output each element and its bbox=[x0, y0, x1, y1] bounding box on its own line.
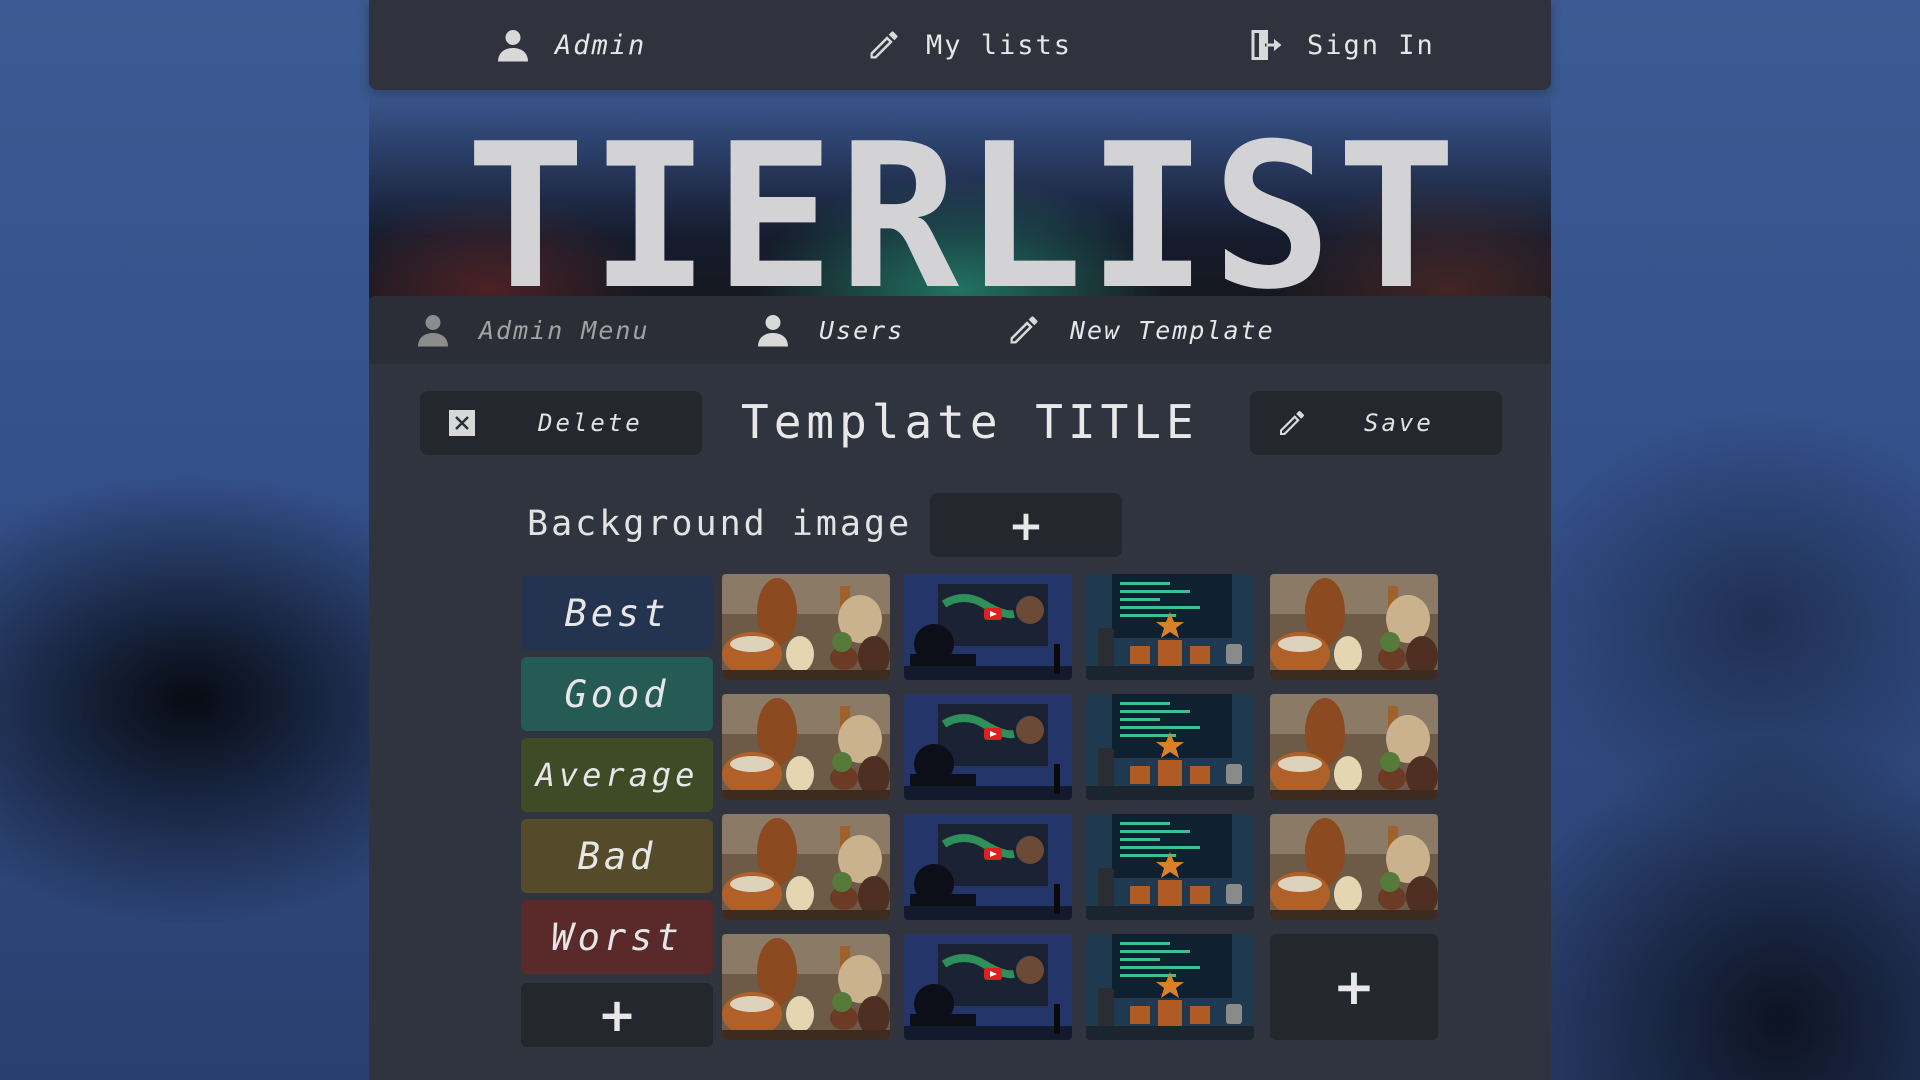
add-background-image-button[interactable]: + bbox=[930, 493, 1122, 557]
save-button[interactable]: Save bbox=[1250, 391, 1502, 455]
tier-label-good[interactable]: Good bbox=[521, 657, 713, 731]
sign-in-icon bbox=[1251, 30, 1282, 60]
background-image-label: Background image bbox=[527, 504, 913, 544]
delete-button[interactable]: Delete bbox=[420, 391, 702, 455]
delete-label: Delete bbox=[538, 409, 643, 437]
streamer-video-image[interactable] bbox=[904, 694, 1072, 800]
close-box-icon bbox=[449, 410, 475, 436]
user-icon bbox=[758, 315, 788, 347]
admin-nav-bar: Admin Menu Users New Template bbox=[369, 296, 1551, 364]
new-template-label: New Template bbox=[1070, 315, 1275, 345]
tier-label-worst[interactable]: Worst bbox=[521, 900, 713, 974]
admin-menu-label: Admin Menu bbox=[479, 315, 650, 345]
code-monitor-image[interactable] bbox=[1086, 574, 1254, 680]
code-monitor-image[interactable] bbox=[1086, 934, 1254, 1040]
nav-my-lists[interactable]: My lists bbox=[866, 0, 1072, 90]
code-monitor-image[interactable] bbox=[1086, 814, 1254, 920]
streamer-video-image[interactable] bbox=[904, 814, 1072, 920]
nav-sign-in-label: Sign In bbox=[1307, 29, 1435, 61]
kitchen-crafts-image[interactable] bbox=[722, 694, 890, 800]
code-monitor-image[interactable] bbox=[1086, 694, 1254, 800]
site-logo-title: TIERLIST bbox=[465, 101, 1461, 301]
pencil-icon bbox=[1010, 316, 1038, 344]
add-tier-button[interactable]: + bbox=[521, 983, 713, 1047]
kitchen-crafts-image[interactable] bbox=[722, 574, 890, 680]
nav-my-lists-label: My lists bbox=[926, 29, 1073, 61]
nav-admin-label: Admin bbox=[555, 29, 647, 61]
pencil-icon bbox=[1280, 410, 1304, 435]
tier-label-bad[interactable]: Bad bbox=[521, 819, 713, 893]
plus-icon: + bbox=[1008, 500, 1044, 550]
pencil-icon bbox=[870, 31, 898, 59]
add-image-button[interactable]: + bbox=[1270, 934, 1438, 1040]
users-label: Users bbox=[819, 315, 905, 345]
kitchen-crafts-image[interactable] bbox=[1270, 814, 1438, 920]
user-icon bbox=[498, 30, 528, 62]
kitchen-crafts-image[interactable] bbox=[1270, 694, 1438, 800]
plus-icon: + bbox=[597, 988, 637, 1042]
hero-banner: TIERLIST bbox=[369, 90, 1551, 300]
top-nav-bar: Admin My lists Sign In bbox=[369, 0, 1551, 90]
nav-new-template[interactable]: New Template bbox=[1006, 296, 1275, 364]
tier-label-best[interactable]: Best bbox=[521, 576, 713, 650]
nav-sign-in[interactable]: Sign In bbox=[1247, 0, 1435, 90]
template-title-input[interactable]: Template TITLE bbox=[741, 394, 1241, 450]
streamer-video-image[interactable] bbox=[904, 574, 1072, 680]
nav-admin[interactable]: Admin bbox=[495, 0, 646, 90]
nav-admin-menu[interactable]: Admin Menu bbox=[415, 296, 650, 364]
kitchen-crafts-image[interactable] bbox=[722, 814, 890, 920]
kitchen-crafts-image[interactable] bbox=[1270, 574, 1438, 680]
tier-label-average[interactable]: Average bbox=[521, 738, 713, 812]
nav-users[interactable]: Users bbox=[755, 296, 904, 364]
plus-icon: + bbox=[1333, 958, 1375, 1016]
save-label: Save bbox=[1364, 409, 1434, 437]
kitchen-crafts-image[interactable] bbox=[722, 934, 890, 1040]
user-icon bbox=[418, 315, 448, 347]
streamer-video-image[interactable] bbox=[904, 934, 1072, 1040]
